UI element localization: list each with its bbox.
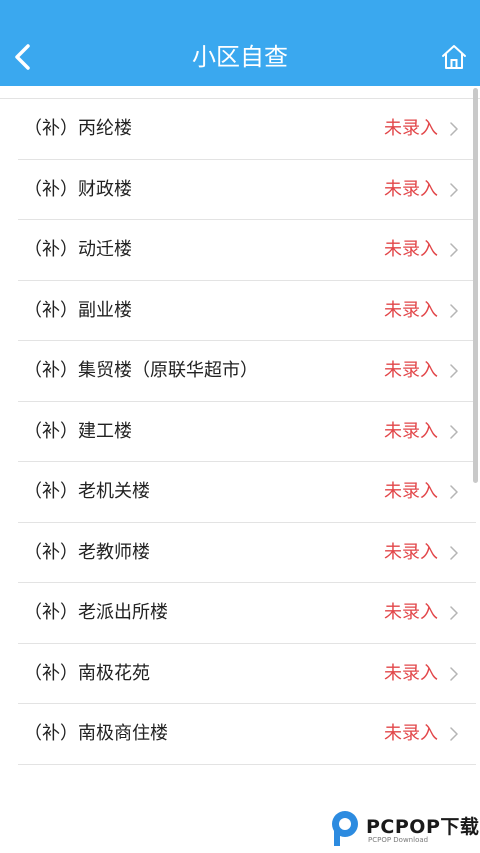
chevron-right-icon	[450, 303, 458, 318]
list-item-name: （补）副业楼	[24, 299, 132, 321]
list-item-name: （补）财政楼	[24, 178, 132, 200]
list-item-name: （补）丙纶楼	[24, 118, 132, 139]
list-item-name: （补）集贸楼（原联华超市）	[24, 360, 258, 381]
list-item-status: 未录入	[384, 602, 438, 623]
app-header: 小区自查	[0, 0, 480, 86]
list-item-name: （补）老派出所楼	[24, 602, 168, 623]
list-item[interactable]: （补）老教师楼 未录入	[18, 523, 476, 583]
list-item-name: （补）老机关楼	[24, 481, 150, 502]
chevron-right-icon	[450, 122, 458, 136]
list-item-name: （补）南极商住楼	[24, 723, 168, 744]
list-item-name: （补）动迁楼	[24, 239, 132, 260]
list-item[interactable]: （补）南极商住楼 未录入	[18, 704, 476, 765]
chevron-right-icon	[450, 606, 458, 620]
list-item-status: 未录入	[384, 299, 438, 321]
home-icon	[442, 45, 466, 69]
list-item[interactable]: （补）动迁楼 未录入	[18, 220, 476, 281]
home-button[interactable]	[440, 42, 468, 72]
list-item-status: 未录入	[384, 360, 438, 381]
list-item-status: 未录入	[384, 481, 438, 502]
list-item-status: 未录入	[384, 239, 438, 260]
page-title: 小区自查	[192, 43, 288, 71]
list-item-status: 未录入	[384, 178, 438, 200]
list-item-name: （补）南极花苑	[24, 662, 150, 684]
list-item[interactable]: （补）建工楼 未录入	[18, 402, 476, 462]
chevron-right-icon	[450, 424, 458, 439]
list-item[interactable]: （补）丙纶楼 未录入	[18, 99, 476, 160]
chevron-right-icon	[450, 364, 458, 378]
scrollbar[interactable]	[473, 88, 478, 483]
list-item-status: 未录入	[384, 541, 438, 563]
list-item[interactable]: （补）财政楼 未录入	[18, 160, 476, 220]
chevron-right-icon	[450, 182, 458, 197]
chevron-right-icon	[450, 485, 458, 499]
list-item-status: 未录入	[384, 420, 438, 442]
list-item[interactable]: （补）南极花苑 未录入	[18, 644, 476, 704]
watermark-sub: PCPOP Download	[368, 836, 429, 844]
chevron-right-icon	[450, 666, 458, 681]
chevron-right-icon	[450, 727, 458, 741]
list-item[interactable]: （补）老机关楼 未录入	[18, 462, 476, 523]
pcpop-logo-icon	[332, 811, 358, 846]
watermark: PCPOP下载 PCPOP Download	[330, 806, 480, 850]
list-item[interactable]: （补）副业楼 未录入	[18, 281, 476, 341]
list-item[interactable]: （补）集贸楼（原联华超市） 未录入	[18, 341, 476, 402]
list-item-status: 未录入	[384, 118, 438, 139]
list-item-name: （补）老教师楼	[24, 541, 150, 563]
list-item-status: 未录入	[384, 723, 438, 744]
building-list: （补）丙纶楼 未录入 （补）财政楼 未录入 （补）动迁楼 未录入 （补）副业楼 未录入 （补）集…	[0, 98, 480, 765]
chevron-right-icon	[450, 243, 458, 257]
list-item-name: （补）建工楼	[24, 420, 132, 442]
watermark-brand: PCPOP下载	[366, 816, 480, 838]
list-item[interactable]: （补）老派出所楼 未录入	[18, 583, 476, 644]
chevron-right-icon	[450, 545, 458, 560]
list-item-status: 未录入	[384, 662, 438, 684]
